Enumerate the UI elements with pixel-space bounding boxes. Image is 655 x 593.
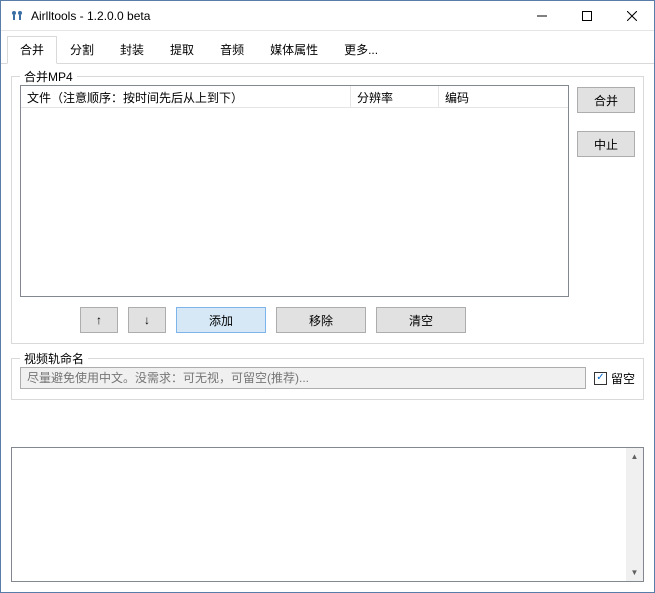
merge-group: 合并MP4 文件（注意顺序：按时间先后从上到下） 分辨率 编码 合并 中止 ↑: [11, 76, 644, 344]
scroll-down-icon[interactable]: ▼: [626, 564, 643, 581]
blank-checkbox[interactable]: ✓ 留空: [594, 370, 635, 387]
file-list[interactable]: 文件（注意顺序：按时间先后从上到下） 分辨率 编码: [20, 85, 569, 297]
group-title: 合并MP4: [20, 68, 77, 85]
scroll-up-icon[interactable]: ▲: [626, 448, 643, 465]
window-title: Airlltools - 1.2.0.0 beta: [31, 9, 150, 23]
trackname-row: ✓ 留空: [20, 367, 635, 389]
checkbox-icon: ✓: [594, 372, 607, 385]
list-row: 文件（注意顺序：按时间先后从上到下） 分辨率 编码 合并 中止: [20, 85, 635, 297]
trackname-group: 视频轨命名 ✓ 留空: [11, 358, 644, 400]
side-buttons: 合并 中止: [577, 85, 635, 297]
titlebar: Airlltools - 1.2.0.0 beta: [1, 1, 654, 31]
merge-button[interactable]: 合并: [577, 87, 635, 113]
list-header: 文件（注意顺序：按时间先后从上到下） 分辨率 编码: [21, 86, 568, 108]
col-resolution[interactable]: 分辨率: [351, 86, 439, 107]
tab-bar: 合并 分割 封装 提取 音频 媒体属性 更多...: [1, 31, 654, 64]
app-icon: [9, 8, 25, 24]
scrollbar[interactable]: ▲ ▼: [626, 448, 643, 581]
tab-package[interactable]: 封装: [107, 36, 157, 64]
clear-button[interactable]: 清空: [376, 307, 466, 333]
list-body[interactable]: [21, 108, 568, 296]
close-button[interactable]: [609, 1, 654, 30]
trackname-label: 视频轨命名: [20, 350, 88, 367]
output-log[interactable]: ▲ ▼: [11, 447, 644, 582]
trackname-input[interactable]: [20, 367, 586, 389]
tab-merge[interactable]: 合并: [7, 36, 57, 64]
button-row: ↑ ↓ 添加 移除 清空: [20, 307, 635, 333]
tab-extract[interactable]: 提取: [157, 36, 207, 64]
tab-media-props[interactable]: 媒体属性: [257, 36, 331, 64]
content-area: 合并MP4 文件（注意顺序：按时间先后从上到下） 分辨率 编码 合并 中止 ↑: [1, 64, 654, 441]
checkbox-label: 留空: [611, 370, 635, 387]
tab-split[interactable]: 分割: [57, 36, 107, 64]
abort-button[interactable]: 中止: [577, 131, 635, 157]
tab-more[interactable]: 更多...: [331, 36, 391, 64]
window-controls: [519, 1, 654, 30]
minimize-button[interactable]: [519, 1, 564, 30]
maximize-button[interactable]: [564, 1, 609, 30]
col-codec[interactable]: 编码: [439, 86, 568, 107]
move-up-button[interactable]: ↑: [80, 307, 118, 333]
app-window: Airlltools - 1.2.0.0 beta 合并 分割 封装 提取 音频…: [0, 0, 655, 593]
move-down-button[interactable]: ↓: [128, 307, 166, 333]
scroll-track[interactable]: [626, 465, 643, 564]
tab-audio[interactable]: 音频: [207, 36, 257, 64]
remove-button[interactable]: 移除: [276, 307, 366, 333]
col-file[interactable]: 文件（注意顺序：按时间先后从上到下）: [21, 86, 351, 107]
add-button[interactable]: 添加: [176, 307, 266, 333]
